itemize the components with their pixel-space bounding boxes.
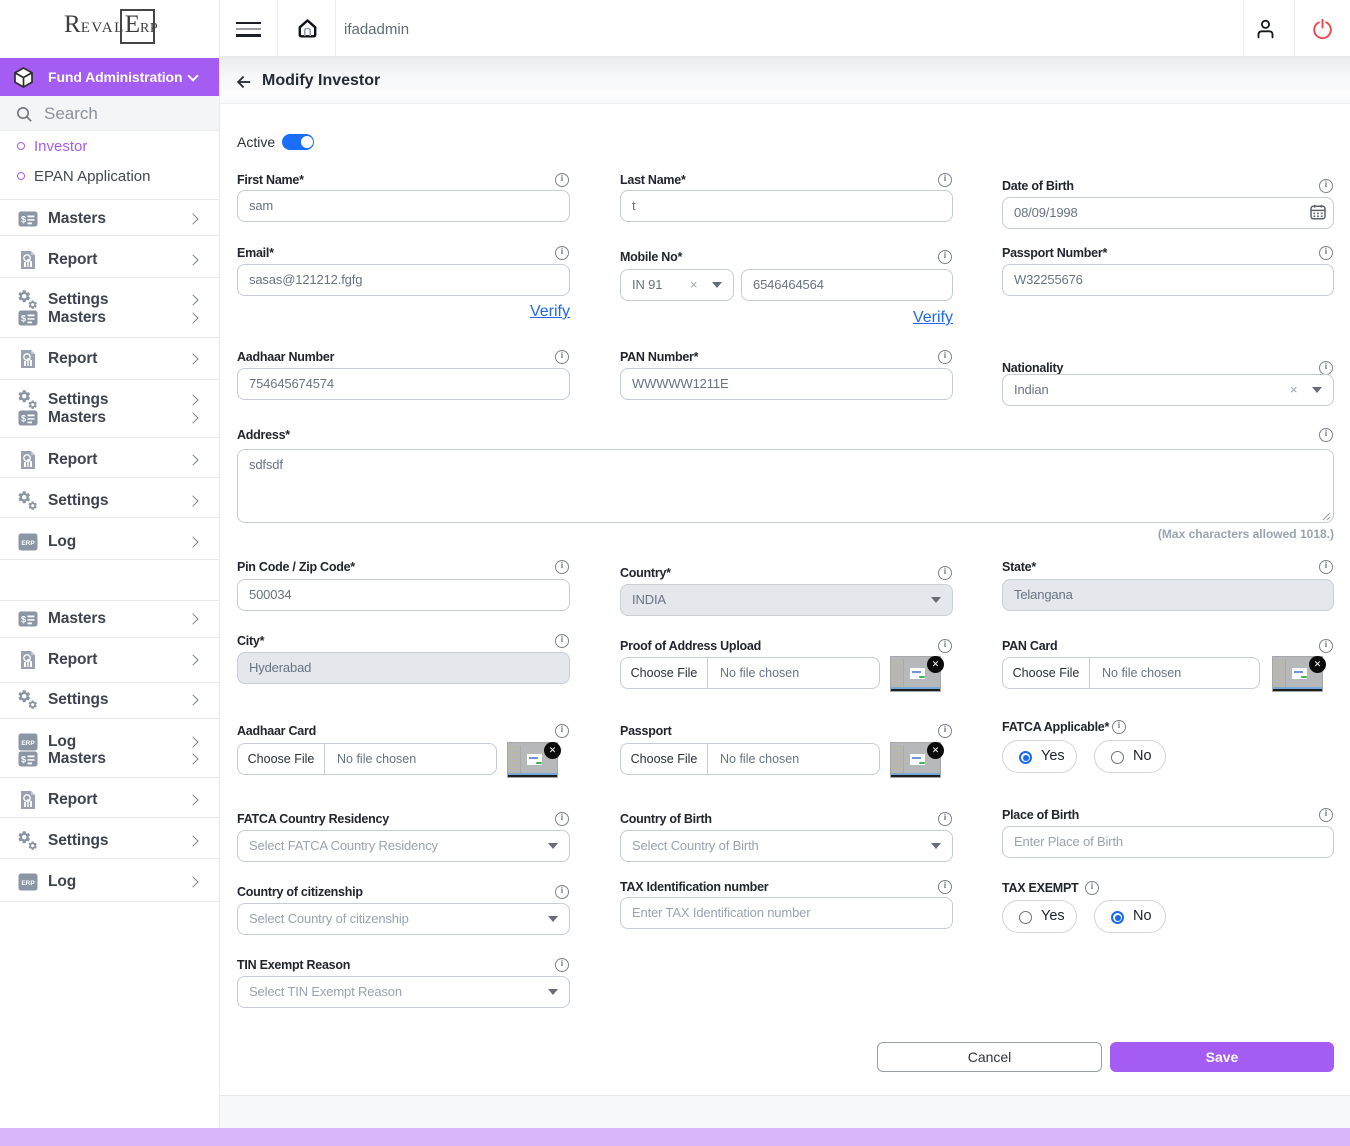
svg-text:ERP: ERP: [21, 740, 35, 747]
svg-text:$: $: [21, 314, 26, 324]
svg-text:$: $: [21, 615, 26, 625]
svg-text:$: $: [21, 755, 26, 765]
svg-text:$: $: [21, 414, 26, 424]
svg-text:$: $: [21, 215, 26, 225]
svg-text:ERP: ERP: [21, 880, 35, 887]
svg-text:ERP: ERP: [21, 540, 35, 547]
